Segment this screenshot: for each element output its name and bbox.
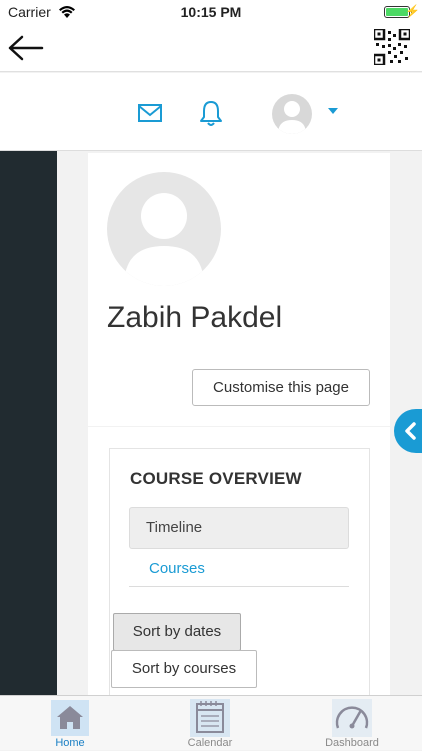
sort-by-dates-option[interactable]: Sort by dates: [113, 613, 241, 651]
status-time: 10:15 PM: [180, 4, 242, 20]
charging-icon: ⚡: [405, 4, 420, 18]
back-arrow-icon[interactable]: [6, 32, 46, 64]
tab-calendar-label: Calendar: [187, 737, 233, 749]
customise-page-button[interactable]: Customise this page: [192, 369, 370, 406]
sort-by-courses-option[interactable]: Sort by courses: [111, 650, 257, 688]
mail-icon[interactable]: [137, 100, 163, 126]
bottom-tab-bar: Home Calendar Dashboard: [0, 695, 422, 750]
bell-icon[interactable]: [198, 99, 224, 127]
user-menu-caret[interactable]: [328, 108, 338, 114]
tab-courses[interactable]: Courses: [129, 551, 349, 587]
tab-calendar[interactable]: Calendar: [160, 696, 260, 751]
tab-home[interactable]: Home: [20, 696, 120, 751]
qr-code-icon[interactable]: [374, 29, 410, 65]
course-overview-title: COURSE OVERVIEW: [130, 469, 302, 488]
profile-avatar: [107, 172, 221, 286]
block-drawer-toggle[interactable]: [394, 409, 422, 453]
dashboard-icon: [332, 699, 372, 737]
header-bar: [0, 73, 422, 151]
tab-home-label: Home: [55, 737, 85, 749]
home-icon: [51, 700, 89, 736]
user-avatar-icon[interactable]: [272, 94, 312, 134]
status-bar: Carrier 10:15 PM ⚡: [0, 0, 422, 24]
tab-timeline[interactable]: Timeline: [129, 507, 349, 549]
profile-name: Zabih Pakdel: [107, 301, 283, 334]
left-drawer-strip: [0, 151, 57, 696]
tab-dashboard-label: Dashboard: [325, 737, 379, 749]
nav-bar: [0, 24, 422, 72]
calendar-icon: [190, 699, 230, 737]
chevron-left-icon: [405, 422, 416, 440]
tab-dashboard[interactable]: Dashboard: [302, 696, 402, 751]
profile-card: Zabih Pakdel Customise this page: [88, 153, 390, 426]
